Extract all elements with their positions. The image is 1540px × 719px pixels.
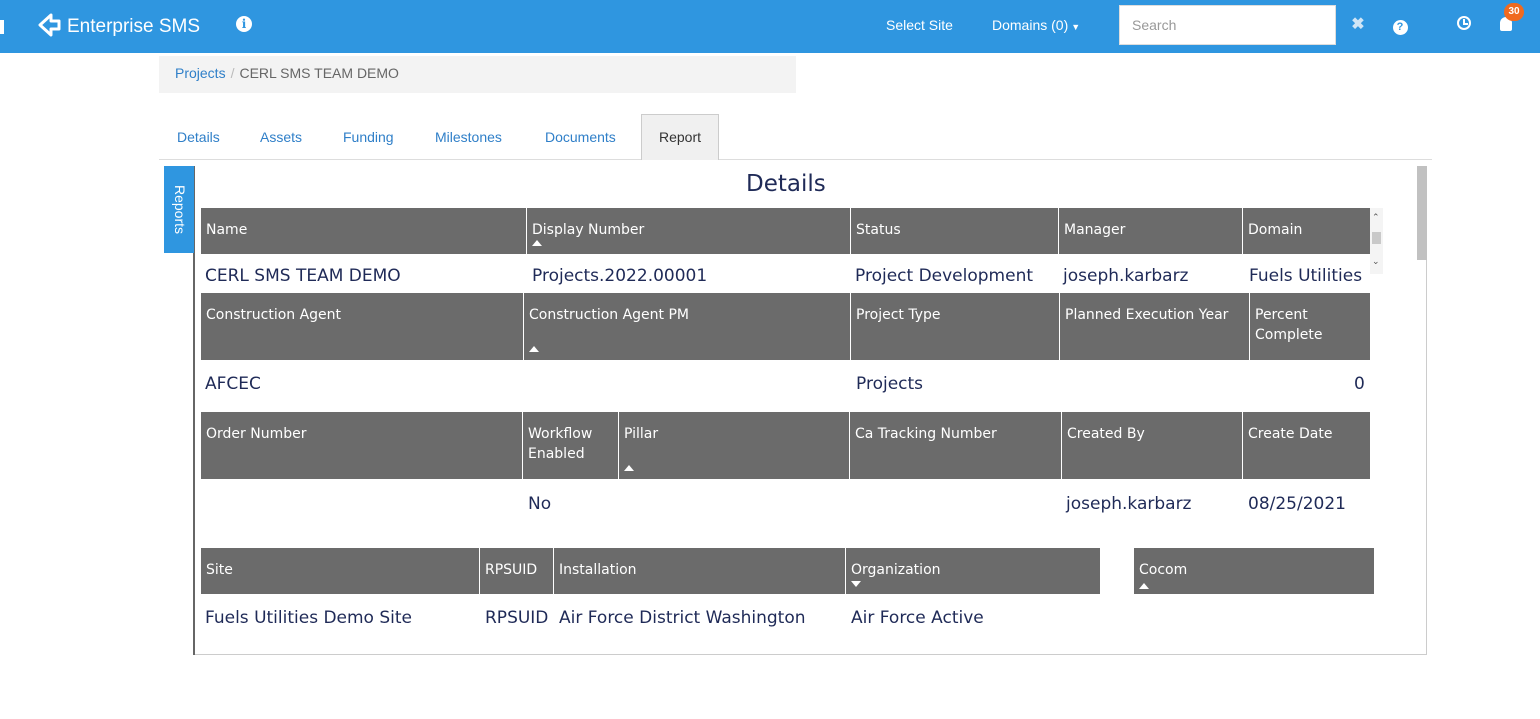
tab-report[interactable]: Report bbox=[641, 114, 720, 160]
header-construction-agent[interactable]: Construction Agent bbox=[201, 293, 524, 360]
sort-asc-icon bbox=[1139, 583, 1149, 589]
sort-asc-icon bbox=[532, 240, 542, 246]
header-display-number-label: Display Number bbox=[532, 222, 645, 238]
value-construction-agent: AFCEC bbox=[205, 374, 261, 394]
header-domain[interactable]: Domain bbox=[1243, 208, 1370, 254]
header-construction-agent-pm-label: Construction Agent PM bbox=[529, 307, 690, 323]
top-navbar: Enterprise SMS i Select Site Domains (0)… bbox=[0, 0, 1540, 53]
header-pillar[interactable]: Pillar bbox=[619, 412, 850, 479]
value-created-by: joseph.karbarz bbox=[1066, 494, 1192, 514]
tab-details[interactable]: Details bbox=[177, 129, 220, 145]
header-created-by[interactable]: Created By bbox=[1062, 412, 1243, 479]
header-construction-agent-pm[interactable]: Construction Agent PM bbox=[524, 293, 851, 360]
header-order-number[interactable]: Order Number bbox=[201, 412, 523, 479]
header-manager[interactable]: Manager bbox=[1059, 208, 1243, 254]
tab-assets[interactable]: Assets bbox=[260, 129, 302, 145]
table-scrollbar[interactable]: ⌃ ⌄ bbox=[1370, 208, 1383, 274]
domains-dropdown[interactable]: Domains (0) ▼ bbox=[992, 17, 1080, 33]
header-percent-complete[interactable]: Percent Complete bbox=[1250, 293, 1370, 360]
header-site[interactable]: Site bbox=[201, 548, 480, 594]
sort-asc-icon bbox=[529, 346, 539, 352]
search-input[interactable] bbox=[1119, 5, 1336, 45]
header-cocom[interactable]: Cocom bbox=[1134, 548, 1374, 594]
report-title: Details bbox=[746, 171, 826, 197]
header-organization[interactable]: Organization bbox=[846, 548, 1100, 594]
brand-title[interactable]: Enterprise SMS bbox=[67, 16, 200, 38]
help-button[interactable]: ? bbox=[1380, 5, 1420, 45]
notification-badge: 30 bbox=[1504, 3, 1524, 21]
breadcrumb-current: CERL SMS TEAM DEMO bbox=[239, 65, 399, 81]
breadcrumb: Projects / CERL SMS TEAM DEMO bbox=[159, 56, 796, 93]
domains-label: Domains (0) bbox=[992, 17, 1069, 33]
sort-asc-icon bbox=[624, 465, 634, 471]
tab-bar: Details Assets Funding Milestones Docume… bbox=[159, 114, 1432, 160]
section2-header-row: Construction Agent Construction Agent PM… bbox=[201, 293, 1370, 360]
value-name: CERL SMS TEAM DEMO bbox=[205, 266, 401, 286]
header-status[interactable]: Status bbox=[851, 208, 1059, 254]
scroll-down-icon[interactable]: ⌄ bbox=[1372, 256, 1380, 267]
section4-header-row: Site RPSUID Installation Organization bbox=[201, 548, 1100, 594]
section1-header-row: Name Display Number Status Manager Domai… bbox=[201, 208, 1370, 254]
header-workflow-enabled[interactable]: Workflow Enabled bbox=[523, 412, 619, 479]
enterprise-logo-icon[interactable] bbox=[36, 12, 62, 38]
section3-header-row: Order Number Workflow Enabled Pillar Ca … bbox=[201, 412, 1370, 479]
breadcrumb-projects-link[interactable]: Projects bbox=[175, 65, 226, 81]
value-manager: joseph.karbarz bbox=[1063, 266, 1189, 286]
header-planned-execution-year[interactable]: Planned Execution Year bbox=[1060, 293, 1250, 360]
value-project-type: Projects bbox=[856, 374, 924, 394]
tab-documents[interactable]: Documents bbox=[545, 129, 616, 145]
value-create-date: 08/25/2021 bbox=[1248, 494, 1346, 514]
value-site: Fuels Utilities Demo Site bbox=[205, 608, 413, 628]
header-organization-label: Organization bbox=[851, 562, 941, 578]
report-scrollbar[interactable] bbox=[1417, 166, 1427, 260]
header-ca-tracking-number[interactable]: Ca Tracking Number bbox=[850, 412, 1062, 479]
value-domain: Fuels Utilities bbox=[1249, 266, 1363, 286]
reports-side-tab[interactable]: Reports bbox=[164, 166, 194, 253]
tab-milestones[interactable]: Milestones bbox=[435, 129, 502, 145]
value-workflow-enabled: No bbox=[528, 494, 552, 514]
select-site-link[interactable]: Select Site bbox=[886, 17, 953, 33]
value-status: Project Development bbox=[855, 266, 1034, 286]
value-display-number: Projects.2022.00001 bbox=[532, 266, 708, 286]
info-icon[interactable]: i bbox=[236, 16, 252, 32]
value-rpsuid: RPSUID bbox=[485, 608, 549, 628]
caret-down-icon: ▼ bbox=[1071, 22, 1081, 32]
value-percent-complete: 0 bbox=[1354, 374, 1365, 394]
header-project-type[interactable]: Project Type bbox=[851, 293, 1060, 360]
header-cocom-label: Cocom bbox=[1139, 562, 1188, 578]
clear-search-button[interactable]: ✖ bbox=[1338, 5, 1378, 45]
value-installation: Air Force District Washington bbox=[559, 608, 806, 628]
breadcrumb-separator: / bbox=[230, 65, 235, 81]
header-rpsuid[interactable]: RPSUID bbox=[480, 548, 554, 594]
clock-icon[interactable] bbox=[1457, 16, 1471, 30]
sort-desc-icon bbox=[851, 581, 861, 587]
header-pillar-label: Pillar bbox=[624, 426, 659, 442]
menu-icon[interactable] bbox=[0, 20, 4, 34]
header-installation[interactable]: Installation bbox=[554, 548, 846, 594]
scroll-thumb[interactable] bbox=[1372, 232, 1381, 244]
header-name[interactable]: Name bbox=[201, 208, 527, 254]
header-create-date[interactable]: Create Date bbox=[1243, 412, 1370, 479]
scroll-up-icon[interactable]: ⌃ bbox=[1372, 212, 1380, 223]
header-display-number[interactable]: Display Number bbox=[527, 208, 851, 254]
help-icon: ? bbox=[1392, 20, 1408, 35]
value-organization: Air Force Active bbox=[851, 608, 984, 628]
cocom-header: Cocom bbox=[1134, 548, 1374, 594]
tab-funding[interactable]: Funding bbox=[343, 129, 394, 145]
